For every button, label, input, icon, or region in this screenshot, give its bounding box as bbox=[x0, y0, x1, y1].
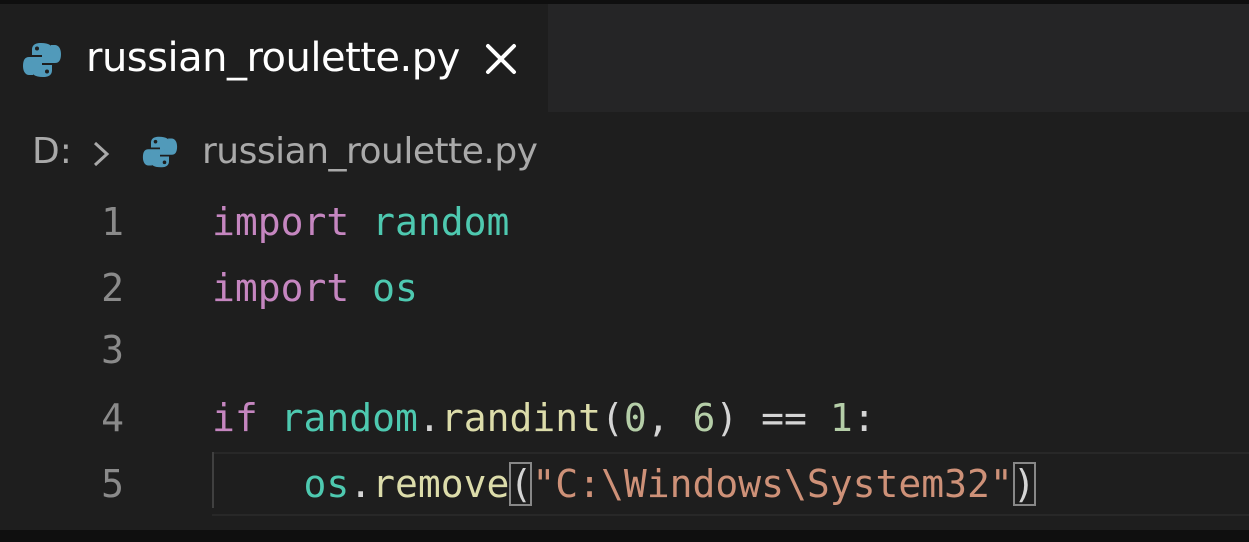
code-token: 0 bbox=[623, 396, 647, 440]
code-text: import os bbox=[212, 256, 418, 320]
tab-russian-roulette[interactable]: russian_roulette.py bbox=[0, 4, 548, 112]
code-token: if bbox=[212, 396, 258, 440]
code-text: import random bbox=[212, 190, 509, 254]
breadcrumb: D: russian_roulette.py bbox=[0, 118, 1249, 188]
tab-bar: russian_roulette.py bbox=[0, 4, 1249, 112]
python-icon bbox=[142, 136, 178, 168]
code-token: remove bbox=[372, 462, 510, 506]
python-icon bbox=[23, 43, 61, 77]
matched-bracket: ) bbox=[1012, 462, 1036, 506]
code-token: os bbox=[372, 266, 418, 310]
code-line[interactable]: 2 import os bbox=[0, 256, 1249, 320]
code-token: , bbox=[646, 396, 693, 440]
code-editor[interactable]: 1 import random 2 import os 3 4 if random.rand… bbox=[0, 190, 1249, 530]
code-token: "C:\Windows\System32" bbox=[532, 462, 1013, 506]
code-token: ( bbox=[600, 396, 624, 440]
indent-guide bbox=[212, 452, 214, 508]
line-number: 2 bbox=[101, 266, 124, 310]
code-line[interactable]: 4 if random.randint(0, 6) == 1: bbox=[0, 386, 1249, 450]
window-bottom-edge bbox=[0, 530, 1249, 542]
code-token: random bbox=[372, 200, 510, 244]
code-token: 6 bbox=[692, 396, 716, 440]
code-token: ) == bbox=[715, 396, 830, 440]
code-token: import bbox=[212, 200, 350, 244]
code-line[interactable]: 5 os.remove("C:\Windows\System32") bbox=[0, 452, 1249, 516]
close-icon[interactable] bbox=[482, 40, 520, 78]
code-token: . bbox=[417, 396, 441, 440]
line-number: 5 bbox=[101, 462, 124, 506]
code-token: os bbox=[303, 462, 350, 506]
code-token: 1 bbox=[829, 396, 853, 440]
code-text: os.remove("C:\Windows\System32") bbox=[212, 452, 1036, 516]
code-token: . bbox=[349, 462, 373, 506]
tab-title: russian_roulette.py bbox=[86, 35, 460, 81]
line-number: 4 bbox=[101, 396, 124, 440]
line-number: 3 bbox=[101, 328, 124, 372]
code-token: : bbox=[852, 396, 876, 440]
code-token: random bbox=[280, 396, 418, 440]
code-text: if random.randint(0, 6) == 1: bbox=[212, 386, 876, 450]
editor-window: russian_roulette.py D: russian_roulette.… bbox=[0, 0, 1249, 542]
breadcrumb-drive[interactable]: D: bbox=[32, 130, 72, 174]
chevron-right-icon bbox=[93, 141, 110, 167]
line-number: 1 bbox=[101, 200, 124, 244]
breadcrumb-file[interactable]: russian_roulette.py bbox=[202, 130, 538, 174]
code-token: randint bbox=[440, 396, 601, 440]
code-line[interactable]: 1 import random bbox=[0, 190, 1249, 254]
code-line[interactable]: 3 bbox=[0, 318, 1249, 382]
matched-bracket: ( bbox=[509, 462, 533, 506]
code-token: import bbox=[212, 266, 350, 310]
